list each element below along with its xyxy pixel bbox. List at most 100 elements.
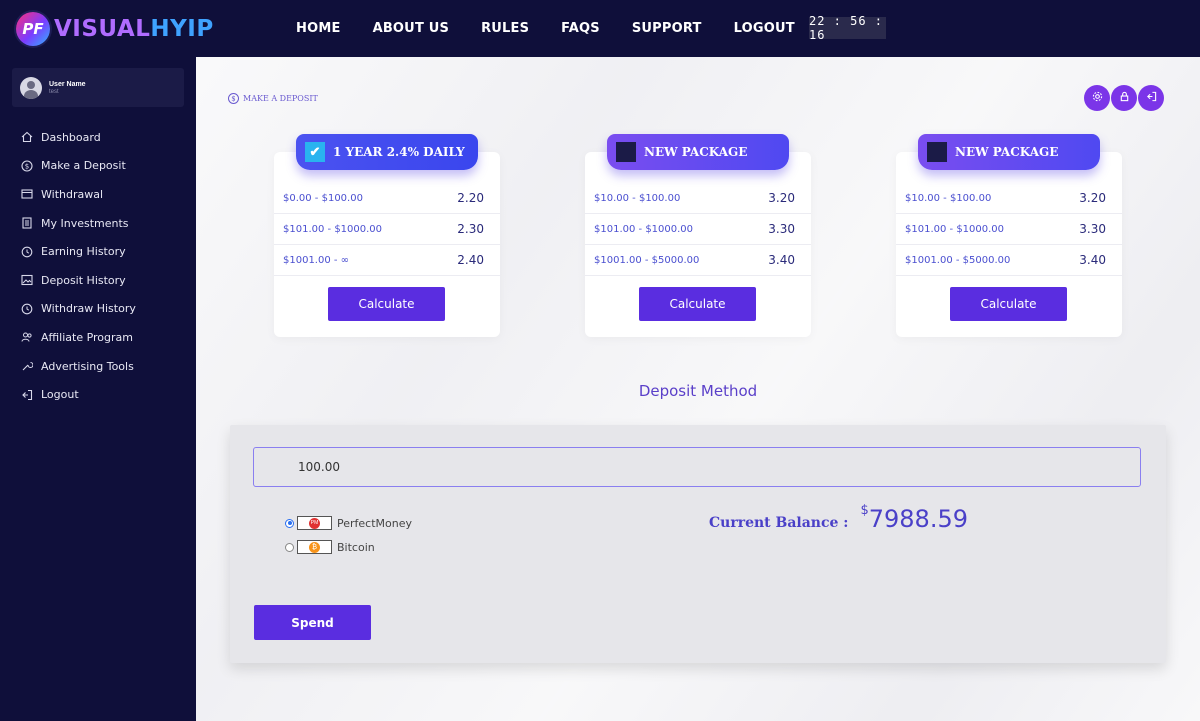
method-bitcoin[interactable]: ₿ Bitcoin <box>285 535 412 559</box>
table-row: $101.00 - $1000.00 2.30 <box>274 214 500 245</box>
sidebar-item-deposit-history[interactable]: Deposit History <box>20 266 136 295</box>
sidebar-item-my-investments[interactable]: My Investments <box>20 209 136 238</box>
checkbox-checked-icon[interactable]: ✔ <box>305 142 325 162</box>
nav-rules[interactable]: RULES <box>481 21 529 36</box>
nav-support[interactable]: SUPPORT <box>632 21 702 36</box>
sidebar-item-earning-history[interactable]: Earning History <box>20 237 136 266</box>
logo-text-part1: VISUAL <box>54 16 151 42</box>
rate-range: $1001.00 - ∞ <box>283 254 350 266</box>
home-icon <box>20 131 33 144</box>
logo-badge: PF <box>16 12 50 46</box>
package-rates: $0.00 - $100.00 2.20 $101.00 - $1000.00 … <box>274 183 500 276</box>
rate-range: $101.00 - $1000.00 <box>594 223 694 235</box>
balance-value: $7988.59 <box>860 503 968 533</box>
balance-label: Current Balance : <box>709 515 849 531</box>
table-row: $10.00 - $100.00 3.20 <box>896 183 1122 214</box>
amount-input[interactable] <box>253 447 1141 487</box>
package-rates: $10.00 - $100.00 3.20 $101.00 - $1000.00… <box>585 183 811 276</box>
package-rates: $10.00 - $100.00 3.20 $101.00 - $1000.00… <box>896 183 1122 276</box>
rate-range: $101.00 - $1000.00 <box>905 223 1005 235</box>
main-content: $ MAKE A DEPOSIT ✔ 1 YEAR 2.4% DAILY $0.… <box>196 57 1200 721</box>
package-card: NEW PACKAGE $10.00 - $100.00 3.20 $101.0… <box>896 134 1122 337</box>
checkbox-unchecked-icon[interactable] <box>616 142 636 162</box>
balance-amount: 7988.59 <box>868 505 968 533</box>
sidebar-item-logout[interactable]: Logout <box>20 380 136 409</box>
perfectmoney-logo: PM <box>297 516 332 530</box>
sidebar-item-withdraw-history[interactable]: Withdraw History <box>20 295 136 324</box>
sidebar-item-advertising-tools[interactable]: Advertising Tools <box>20 352 136 381</box>
package-name: NEW PACKAGE <box>644 145 748 159</box>
sidebar-item-affiliate-program[interactable]: Affiliate Program <box>20 323 136 352</box>
logout-button[interactable] <box>1138 85 1164 111</box>
logo[interactable]: PF VISUALHYIP <box>16 10 214 48</box>
spend-button[interactable]: Spend <box>254 605 371 640</box>
sidebar-item-withdrawal[interactable]: Withdrawal <box>20 180 136 209</box>
wallet-icon <box>20 188 33 201</box>
sidebar-item-label: Withdraw History <box>41 302 136 316</box>
sidebar-item-label: Dashboard <box>41 130 101 144</box>
perfectmoney-icon: PM <box>309 517 320 529</box>
package-header[interactable]: NEW PACKAGE <box>918 134 1100 170</box>
rate-value: 3.20 <box>768 191 795 205</box>
svg-text:$: $ <box>24 162 28 170</box>
package-header[interactable]: ✔ 1 YEAR 2.4% DAILY <box>296 134 478 170</box>
breadcrumb-label: MAKE A DEPOSIT <box>243 94 318 103</box>
user-card[interactable]: User Name test <box>12 68 184 107</box>
deposit-method-title: Deposit Method <box>638 382 758 400</box>
bitcoin-icon: ₿ <box>309 541 320 553</box>
image-icon <box>20 274 33 287</box>
rate-range: $10.00 - $100.00 <box>905 192 992 204</box>
nav-about-us[interactable]: ABOUT US <box>373 21 450 36</box>
package-header[interactable]: NEW PACKAGE <box>607 134 789 170</box>
gear-icon <box>1092 91 1103 105</box>
server-clock: 22 : 56 : 16 <box>809 14 886 42</box>
checkbox-unchecked-icon[interactable] <box>927 142 947 162</box>
settings-button[interactable] <box>1084 85 1110 111</box>
document-icon <box>20 217 33 230</box>
rate-value: 2.20 <box>457 191 484 205</box>
avatar <box>20 76 42 99</box>
security-button[interactable] <box>1111 85 1137 111</box>
tools-icon <box>20 360 33 373</box>
sidebar-menu: Dashboard $ Make a Deposit Withdrawal My… <box>20 123 136 409</box>
rate-value: 3.20 <box>1079 191 1106 205</box>
table-row: $1001.00 - ∞ 2.40 <box>274 245 500 276</box>
sidebar-item-dashboard[interactable]: Dashboard <box>20 123 136 152</box>
logo-text: VISUALHYIP <box>54 16 214 42</box>
sidebar-item-label: Logout <box>41 388 79 402</box>
sidebar-item-label: Withdrawal <box>41 187 104 201</box>
calculate-button[interactable]: Calculate <box>950 287 1067 321</box>
payment-methods: PM PerfectMoney ₿ Bitcoin <box>285 511 412 559</box>
sidebar-item-label: Advertising Tools <box>41 359 134 373</box>
nav-logout[interactable]: LOGOUT <box>734 21 795 36</box>
deposit-panel: PM PerfectMoney ₿ Bitcoin Current Balanc… <box>230 425 1166 663</box>
method-perfectmoney[interactable]: PM PerfectMoney <box>285 511 412 535</box>
dollar-circle-icon: $ <box>228 93 239 104</box>
user-subtitle: test <box>49 88 59 95</box>
users-icon <box>20 331 33 344</box>
sidebar-item-label: Deposit History <box>41 273 126 287</box>
calculate-button[interactable]: Calculate <box>639 287 756 321</box>
table-row: $101.00 - $1000.00 3.30 <box>896 214 1122 245</box>
radio-unselected[interactable] <box>285 542 294 552</box>
table-row: $1001.00 - $5000.00 3.40 <box>585 245 811 276</box>
logout-icon <box>20 388 33 401</box>
logo-text-part2: HYIP <box>150 16 214 42</box>
current-balance: Current Balance : $7988.59 <box>709 503 968 533</box>
calculate-button[interactable]: Calculate <box>328 287 445 321</box>
table-row: $101.00 - $1000.00 3.30 <box>585 214 811 245</box>
method-label: Bitcoin <box>337 540 375 554</box>
rate-value: 2.40 <box>457 253 484 267</box>
nav-home[interactable]: HOME <box>296 21 341 36</box>
rate-range: $1001.00 - $5000.00 <box>594 254 700 266</box>
history-icon <box>20 302 33 315</box>
table-row: $0.00 - $100.00 2.20 <box>274 183 500 214</box>
rate-value: 3.40 <box>768 253 795 267</box>
currency-symbol: $ <box>860 503 869 518</box>
radio-selected[interactable] <box>285 518 294 528</box>
lock-icon <box>1119 91 1130 105</box>
rate-range: $101.00 - $1000.00 <box>283 223 383 235</box>
method-label: PerfectMoney <box>337 516 413 530</box>
nav-faqs[interactable]: FAQS <box>561 21 600 36</box>
sidebar-item-make-a-deposit[interactable]: $ Make a Deposit <box>20 152 136 181</box>
